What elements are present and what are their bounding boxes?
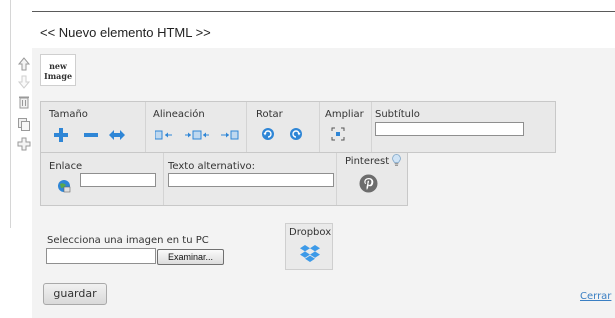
- file-path-input[interactable]: [46, 248, 156, 264]
- shrink-icon[interactable]: [84, 128, 98, 145]
- dropbox-label: Dropbox: [289, 227, 332, 238]
- link-input[interactable]: [80, 173, 156, 187]
- zoom-icon[interactable]: [331, 127, 345, 144]
- top-divider: [32, 11, 615, 12]
- image-toolbar-row1: Tamaño Alineación Rotar Ampliar Subtítul…: [40, 101, 556, 153]
- zoom-group: Ampliar: [319, 102, 372, 152]
- lightbulb-icon[interactable]: [392, 154, 401, 170]
- pinterest-icon[interactable]: [359, 174, 378, 196]
- enlarge-icon[interactable]: [54, 128, 68, 145]
- rotate-group: Rotar: [246, 102, 320, 152]
- align-left-icon[interactable]: [154, 130, 175, 143]
- size-group: Tamaño: [41, 102, 146, 152]
- subtitle-label: Subtítulo: [375, 109, 420, 120]
- link-globe-icon: [57, 179, 71, 196]
- alt-text-group: Texto alternativo:: [163, 153, 337, 205]
- thumbnail-text-line2: Image: [43, 71, 73, 81]
- rotate-left-icon[interactable]: [289, 127, 303, 144]
- image-thumbnail[interactable]: new Image: [40, 54, 76, 86]
- size-label: Tamaño: [49, 109, 88, 120]
- trash-icon[interactable]: [16, 94, 32, 110]
- browse-button[interactable]: Examinar...: [157, 249, 224, 265]
- add-icon[interactable]: [16, 136, 32, 152]
- subtitle-input[interactable]: [375, 122, 524, 136]
- left-gutter: [0, 0, 11, 228]
- fit-width-icon[interactable]: [109, 128, 125, 145]
- move-down-icon[interactable]: [16, 74, 32, 90]
- align-group: Alineación: [145, 102, 247, 152]
- image-toolbar-row2: Enlace Texto alternativo: Pinterest: [40, 152, 408, 206]
- copy-icon[interactable]: [16, 116, 32, 132]
- close-link[interactable]: Cerrar: [580, 291, 611, 302]
- align-center-icon[interactable]: [185, 130, 209, 143]
- pinterest-group: Pinterest: [336, 153, 406, 205]
- element-title: << Nuevo elemento HTML >>: [40, 25, 211, 40]
- upload-prompt: Selecciona una imagen en tu PC: [47, 235, 209, 246]
- save-button[interactable]: guardar: [43, 283, 107, 305]
- subtitle-group: Subtítulo: [371, 102, 554, 152]
- rotate-right-icon[interactable]: [261, 127, 275, 144]
- dropbox-icon: [299, 244, 321, 267]
- align-label: Alineación: [153, 109, 205, 120]
- rotate-label: Rotar: [256, 109, 283, 120]
- thumbnail-text-line1: new: [49, 61, 67, 71]
- align-right-icon[interactable]: [219, 130, 239, 143]
- pinterest-label: Pinterest: [345, 156, 390, 167]
- link-label: Enlace: [49, 161, 83, 172]
- dropbox-button[interactable]: Dropbox: [285, 223, 333, 270]
- alt-text-input[interactable]: [168, 173, 334, 187]
- link-group: Enlace: [41, 153, 164, 205]
- zoom-label: Ampliar: [325, 109, 364, 120]
- alt-text-label: Texto alternativo:: [168, 161, 256, 172]
- move-up-icon[interactable]: [16, 56, 32, 72]
